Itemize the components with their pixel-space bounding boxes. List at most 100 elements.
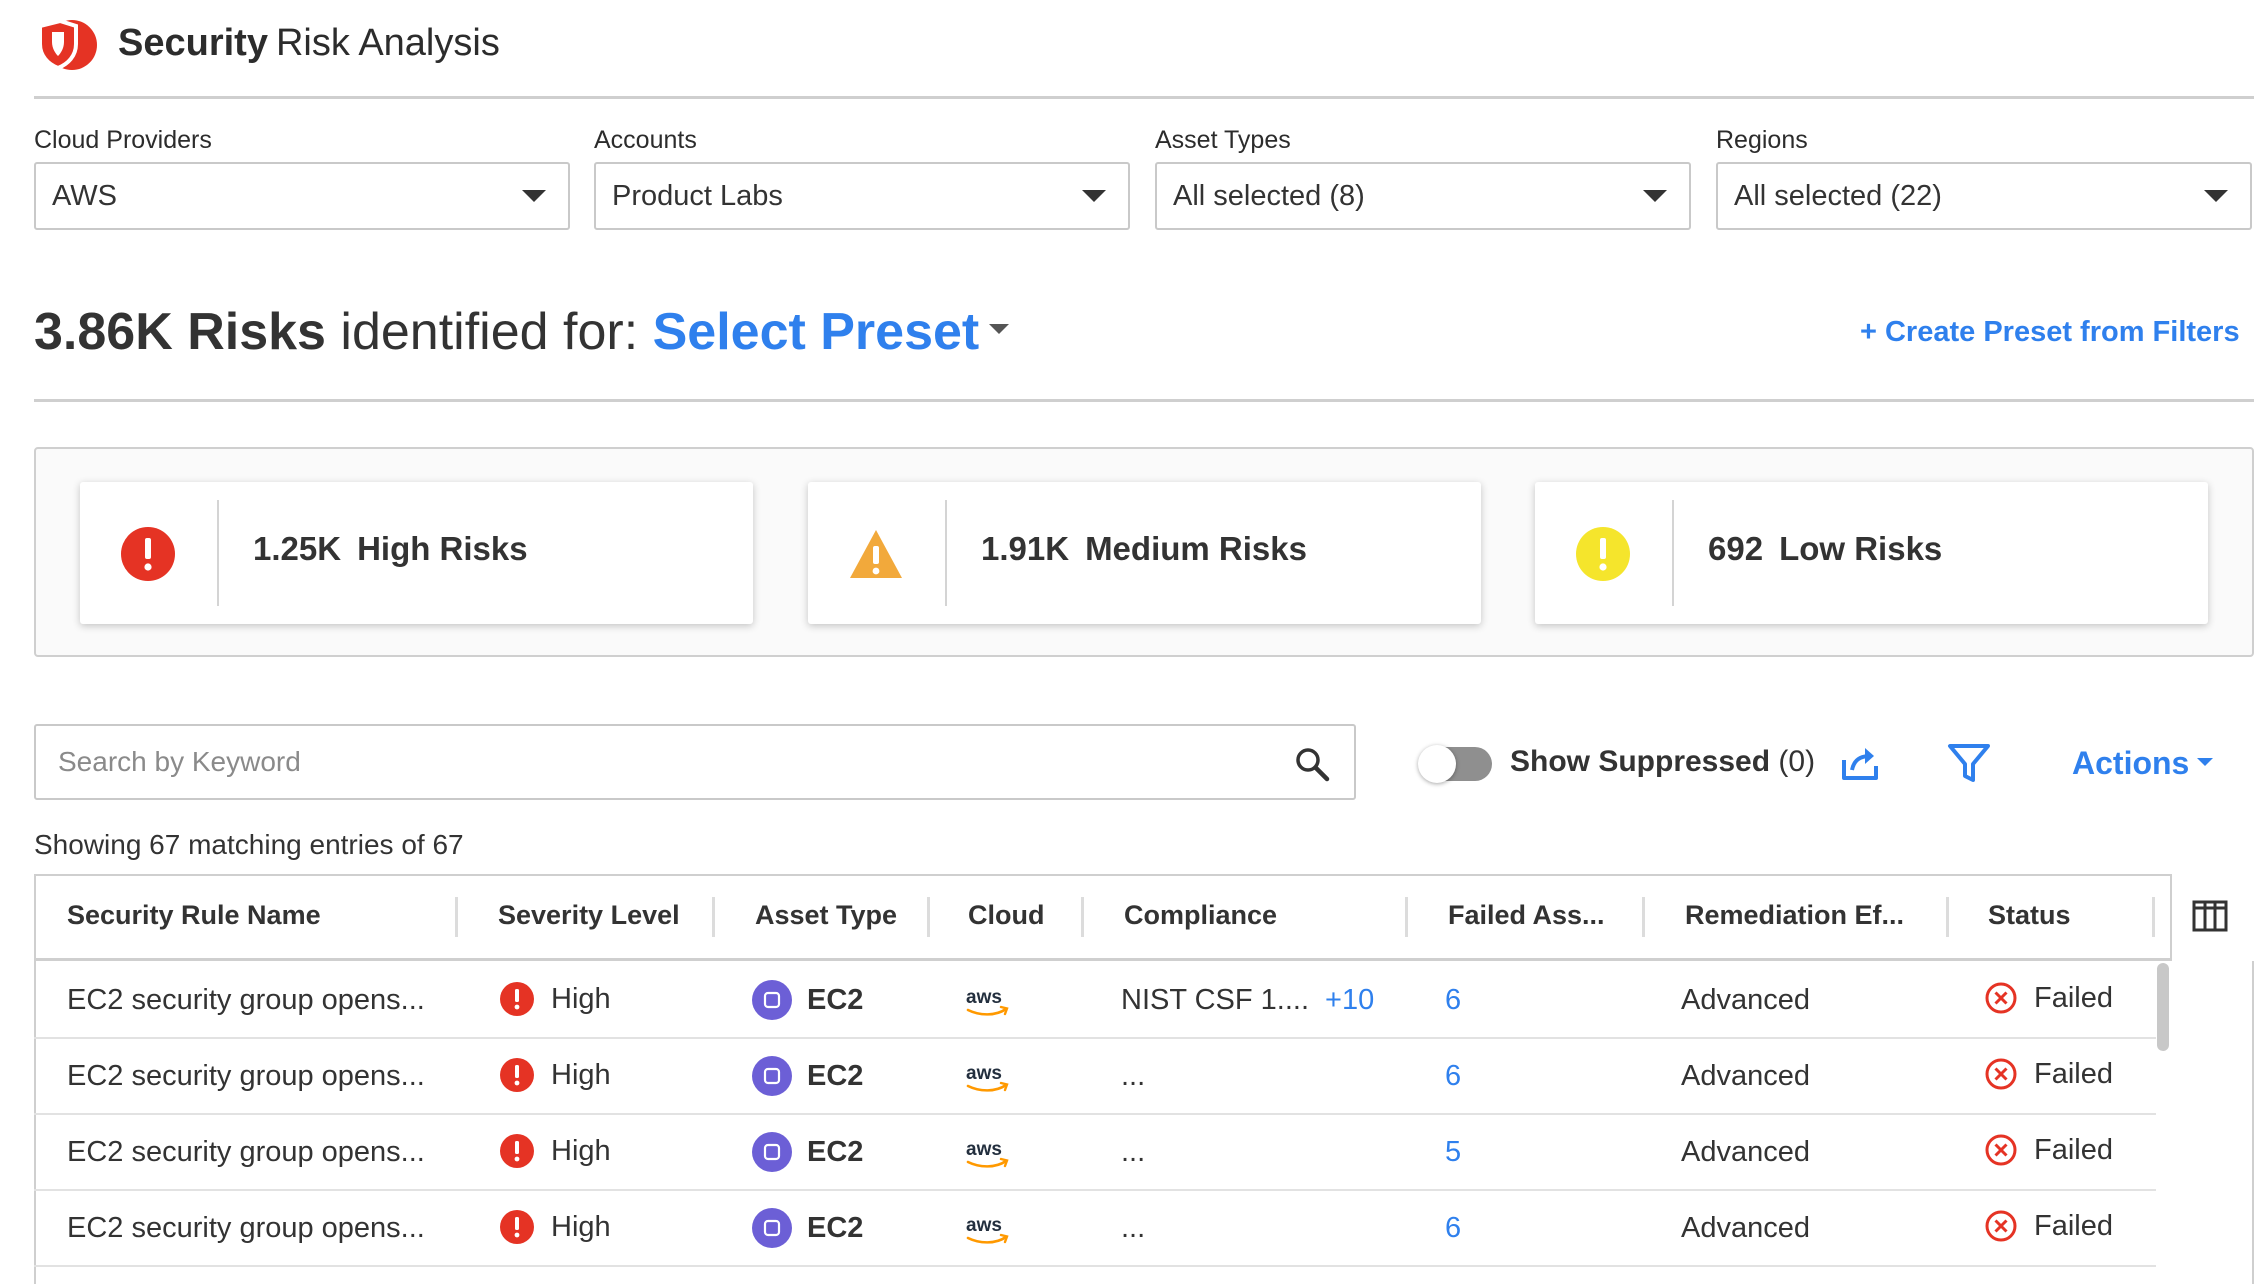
column-separator[interactable] [2152,897,2155,937]
actions-dropdown[interactable]: Actions [2072,745,2214,782]
regions-value: All selected (22) [1734,179,1942,212]
suppressed-count: (0) [1770,745,1816,778]
svg-text:aws: aws [966,987,1002,1008]
column-header-failed-assets[interactable]: Failed Ass... [1448,900,1605,931]
column-header-cloud[interactable]: Cloud [968,900,1044,931]
svg-text:aws: aws [966,1215,1002,1236]
severity-cell: High [499,1209,611,1245]
compliance-text: ... [1121,1060,1146,1092]
high-risks-count: 1.25K [253,530,342,567]
cloud-cell: aws [964,985,1012,1027]
table-row[interactable]: EC2 security group opens... High EC2 aws… [34,963,2156,1039]
column-separator[interactable] [712,897,715,937]
aws-logo-icon: aws [966,1215,1009,1244]
ec2-icon [752,1056,792,1096]
compliance-more-link[interactable]: +10 [1325,984,1374,1016]
column-header-status[interactable]: Status [1988,900,2071,931]
select-preset-label: Select Preset [652,303,980,361]
column-separator[interactable] [1642,897,1645,937]
cloud-cell: aws [964,1137,1012,1179]
asset-type-text: EC2 [807,1211,864,1244]
asset-types-select[interactable]: All selected (8) [1155,162,1691,230]
headline-text: identified for: [325,303,653,361]
compliance-cell: NIST CSF 1.... +10 [1121,984,1374,1017]
status-cell: Failed [1984,1209,2113,1243]
cloud-providers-select[interactable]: AWS [34,162,570,230]
column-header-compliance[interactable]: Compliance [1124,900,1277,931]
failed-status-icon [1985,1058,2017,1090]
failed-assets-link[interactable]: 5 [1445,1136,1461,1169]
cloud-cell: aws [964,1061,1012,1103]
table-row[interactable]: EC2 security group opens... High EC2 aws… [34,1115,2156,1191]
medium-risks-card[interactable]: 1.91K Medium Risks [808,482,1481,624]
severity-text: High [551,1134,611,1167]
failed-assets-link[interactable]: 6 [1445,984,1461,1017]
brand-name: Security [118,22,268,64]
failed-assets-link[interactable]: 6 [1445,1212,1461,1245]
compliance-cell: ... [1121,1136,1161,1169]
ec2-icon [752,1132,792,1172]
column-separator[interactable] [1081,897,1084,937]
asset-type-cell: EC2 [751,1207,863,1249]
rule-name-cell[interactable]: EC2 security group opens... [67,1136,425,1169]
chevron-down-icon [2204,190,2228,202]
rule-name-cell[interactable]: EC2 security group opens... [67,984,425,1017]
column-header-asset-type[interactable]: Asset Type [755,900,897,931]
low-risks-label: Low Risks [1779,530,1943,567]
search-input[interactable]: Search by Keyword [34,724,1356,800]
column-settings-button[interactable] [2170,874,2254,961]
column-header-remediation[interactable]: Remediation Ef... [1685,900,1904,931]
remediation-cell: Advanced [1681,1136,1810,1168]
regions-select[interactable]: All selected (22) [1716,162,2252,230]
severity-cell: High [499,981,611,1017]
aws-logo-icon: aws [966,987,1009,1016]
column-separator[interactable] [927,897,930,937]
column-header-severity[interactable]: Severity Level [498,900,680,931]
accounts-select[interactable]: Product Labs [594,162,1130,230]
asset-types-value: All selected (8) [1173,179,1365,212]
failed-status-icon [1985,1134,2017,1166]
create-preset-link[interactable]: + Create Preset from Filters [1860,316,2240,349]
medium-risks-summary: 1.91K Medium Risks [981,530,1307,568]
medium-risk-icon [850,530,902,578]
column-separator[interactable] [455,897,458,937]
rule-name-cell[interactable]: EC2 security group opens... [67,1212,425,1245]
table-row[interactable]: EC2 security group opens... High EC2 aws… [34,1191,2156,1267]
filter-label-accounts: Accounts [594,126,697,154]
high-risks-card[interactable]: 1.25K High Risks [80,482,753,624]
table-row[interactable]: EC2 security group opens... High EC2 aws… [34,1039,2156,1115]
column-header-rule-name[interactable]: Security Rule Name [67,900,321,931]
status-text: Failed [2034,1209,2113,1242]
severity-text: High [551,1210,611,1243]
table-header-divider [34,958,2254,961]
table-scrollbar-thumb[interactable] [2157,963,2169,1051]
low-risks-summary: 692 Low Risks [1708,530,1942,568]
rule-name-cell[interactable]: EC2 security group opens... [67,1060,425,1093]
status-text: Failed [2034,981,2113,1014]
low-risks-count: 692 [1708,530,1764,567]
failed-status-icon [1985,982,2017,1014]
filter-label-regions: Regions [1716,126,1808,154]
compliance-cell: ... [1121,1212,1161,1245]
search-icon[interactable] [1294,746,1330,782]
shield-logo-icon [38,18,97,71]
column-separator[interactable] [1405,897,1408,937]
export-icon[interactable] [1838,740,1882,784]
aws-logo-icon: aws [966,1139,1009,1168]
severity-cell: High [499,1133,611,1169]
select-preset-dropdown[interactable]: Select Preset [653,303,1010,361]
status-cell: Failed [1984,1057,2113,1091]
low-risks-card[interactable]: 692 Low Risks [1535,482,2208,624]
chevron-down-icon [1643,190,1667,202]
high-severity-icon [500,1058,534,1092]
filter-icon[interactable] [1946,740,1992,786]
failed-status-icon [1985,1210,2017,1242]
ec2-icon [752,1208,792,1248]
failed-assets-link[interactable]: 6 [1445,1060,1461,1093]
column-separator[interactable] [1946,897,1949,937]
cloud-providers-value: AWS [52,179,117,212]
svg-text:aws: aws [966,1139,1002,1160]
risks-headline: 3.86K Risks identified for: Select Prese… [34,302,1010,362]
show-suppressed-toggle[interactable] [1418,745,1492,783]
results-count: Showing 67 matching entries of 67 [34,829,464,860]
